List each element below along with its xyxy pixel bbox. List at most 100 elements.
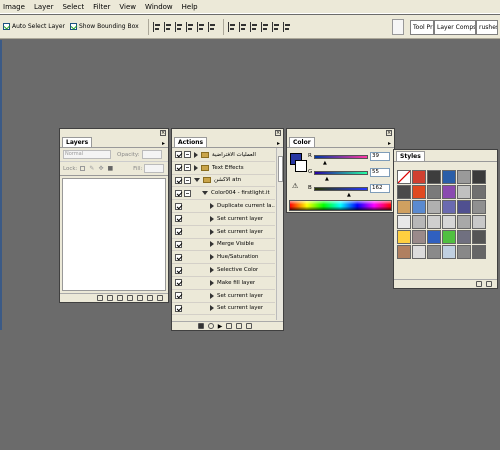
background-color-swatch[interactable] xyxy=(295,160,307,172)
action-row[interactable]: Set current layer xyxy=(172,213,275,226)
stop-icon[interactable] xyxy=(197,323,204,329)
distribute-horizontal-center-icon[interactable] xyxy=(271,21,280,32)
style-swatch[interactable] xyxy=(442,230,456,244)
align-right-icon[interactable] xyxy=(207,21,216,32)
bounding-box-checkbox[interactable] xyxy=(69,23,77,30)
panel-menu-icon[interactable]: ▸ xyxy=(277,140,280,147)
new-action-icon[interactable] xyxy=(236,323,243,329)
play-icon[interactable]: ▶ xyxy=(218,323,223,330)
toggle-item-checkbox[interactable] xyxy=(175,253,182,261)
expand-arrow-down-icon[interactable] xyxy=(194,178,200,183)
action-row[interactable]: Selective Color xyxy=(172,264,275,277)
blend-mode-select[interactable]: Normal xyxy=(63,150,111,159)
style-swatch[interactable] xyxy=(397,200,411,214)
layer-style-icon[interactable] xyxy=(107,295,113,301)
expand-arrow-right-icon[interactable] xyxy=(210,228,214,235)
action-row[interactable]: Set current layer xyxy=(172,226,275,239)
tab-actions[interactable]: Actions xyxy=(174,137,208,147)
distribute-vertical-center-icon[interactable] xyxy=(238,21,247,32)
expand-arrow-right-icon[interactable] xyxy=(194,151,198,158)
blue-value-field[interactable]: 162 xyxy=(370,184,390,193)
toggle-item-checkbox[interactable] xyxy=(175,292,182,300)
style-swatch[interactable] xyxy=(427,245,441,259)
toggle-item-checkbox[interactable] xyxy=(175,304,182,312)
toggle-item-checkbox[interactable] xyxy=(175,240,182,248)
panel-menu-icon[interactable]: ▸ xyxy=(162,140,165,147)
toggle-item-checkbox[interactable] xyxy=(175,189,182,197)
menu-window[interactable]: Window xyxy=(145,3,173,11)
menu-image[interactable]: Image xyxy=(3,3,25,11)
scrollbar[interactable] xyxy=(276,148,283,320)
toggle-item-checkbox[interactable] xyxy=(175,279,182,287)
adjustment-icon[interactable] xyxy=(127,295,133,301)
style-swatch[interactable] xyxy=(442,185,456,199)
toggle-item-checkbox[interactable] xyxy=(175,202,182,210)
blue-slider[interactable] xyxy=(314,187,368,191)
close-icon[interactable]: × xyxy=(160,130,166,136)
new-set-icon[interactable] xyxy=(226,323,233,329)
menu-select[interactable]: Select xyxy=(62,3,84,11)
style-swatch[interactable] xyxy=(472,230,486,244)
red-slider[interactable] xyxy=(314,155,368,159)
action-row[interactable]: Set current layer xyxy=(172,303,275,316)
trash-icon[interactable] xyxy=(246,323,253,329)
toggle-item-checkbox[interactable] xyxy=(175,215,182,223)
align-left-icon[interactable] xyxy=(185,21,194,32)
expand-arrow-right-icon[interactable] xyxy=(210,279,214,286)
expand-arrow-right-icon[interactable] xyxy=(210,267,214,274)
action-row[interactable]: Set current layer xyxy=(172,290,275,303)
mask-icon[interactable] xyxy=(117,295,123,301)
slider-caret-icon[interactable]: ▲ xyxy=(347,192,351,198)
style-swatch[interactable] xyxy=(427,230,441,244)
style-swatch[interactable] xyxy=(397,230,411,244)
expand-arrow-right-icon[interactable] xyxy=(210,215,214,222)
panel-menu-icon[interactable]: ▸ xyxy=(388,140,391,147)
distribute-top-icon[interactable] xyxy=(227,21,236,32)
style-swatch[interactable] xyxy=(442,170,456,184)
scroll-thumb[interactable] xyxy=(278,156,283,182)
action-row[interactable]: الأكشن atn xyxy=(172,175,275,188)
expand-arrow-right-icon[interactable] xyxy=(194,164,198,171)
style-swatch[interactable] xyxy=(457,215,471,229)
style-swatch[interactable] xyxy=(457,230,471,244)
style-swatch[interactable] xyxy=(412,215,426,229)
menu-view[interactable]: View xyxy=(119,3,136,11)
style-swatch[interactable] xyxy=(397,185,411,199)
toggle-dialog-icon[interactable] xyxy=(184,164,191,172)
lock-transparency-icon[interactable] xyxy=(80,166,86,171)
record-icon[interactable] xyxy=(207,323,214,329)
opacity-field[interactable] xyxy=(141,150,162,159)
trash-icon[interactable] xyxy=(157,295,163,301)
style-swatch[interactable] xyxy=(472,200,486,214)
action-row[interactable]: Duplicate current la... xyxy=(172,200,275,213)
action-row[interactable]: Text Effects xyxy=(172,162,275,175)
distribute-right-icon[interactable] xyxy=(282,21,291,32)
toggle-item-checkbox[interactable] xyxy=(175,164,182,172)
style-swatch[interactable] xyxy=(397,215,411,229)
style-swatch[interactable] xyxy=(412,170,426,184)
toggle-item-checkbox[interactable] xyxy=(175,151,182,159)
style-swatch[interactable] xyxy=(442,215,456,229)
fill-field[interactable] xyxy=(144,164,165,173)
action-row[interactable]: Hue/Saturation xyxy=(172,251,275,265)
expand-arrow-right-icon[interactable] xyxy=(210,254,214,261)
action-row[interactable]: Color004 - firstlight.it xyxy=(172,187,275,201)
tab-brushes[interactable]: rushes xyxy=(476,20,498,35)
toggle-item-checkbox[interactable] xyxy=(175,176,182,184)
palette-well-icon[interactable] xyxy=(392,19,404,35)
style-swatch[interactable] xyxy=(472,215,486,229)
style-swatch[interactable] xyxy=(412,185,426,199)
style-swatch[interactable] xyxy=(412,230,426,244)
tab-layers[interactable]: Layers xyxy=(62,137,93,147)
close-icon[interactable]: × xyxy=(386,130,392,136)
layers-list[interactable] xyxy=(62,178,166,291)
style-swatch[interactable] xyxy=(412,245,426,259)
slider-caret-icon[interactable]: ▲ xyxy=(325,176,329,182)
tab-layer-comps[interactable]: Layer Comps xyxy=(434,20,476,35)
gamut-warning-icon[interactable]: ⚠ xyxy=(292,182,298,190)
tab-tool-presets[interactable]: Tool Pr xyxy=(410,20,434,35)
style-swatch[interactable] xyxy=(427,185,441,199)
style-swatch[interactable] xyxy=(457,200,471,214)
style-swatch[interactable] xyxy=(397,170,411,184)
style-swatch[interactable] xyxy=(472,185,486,199)
